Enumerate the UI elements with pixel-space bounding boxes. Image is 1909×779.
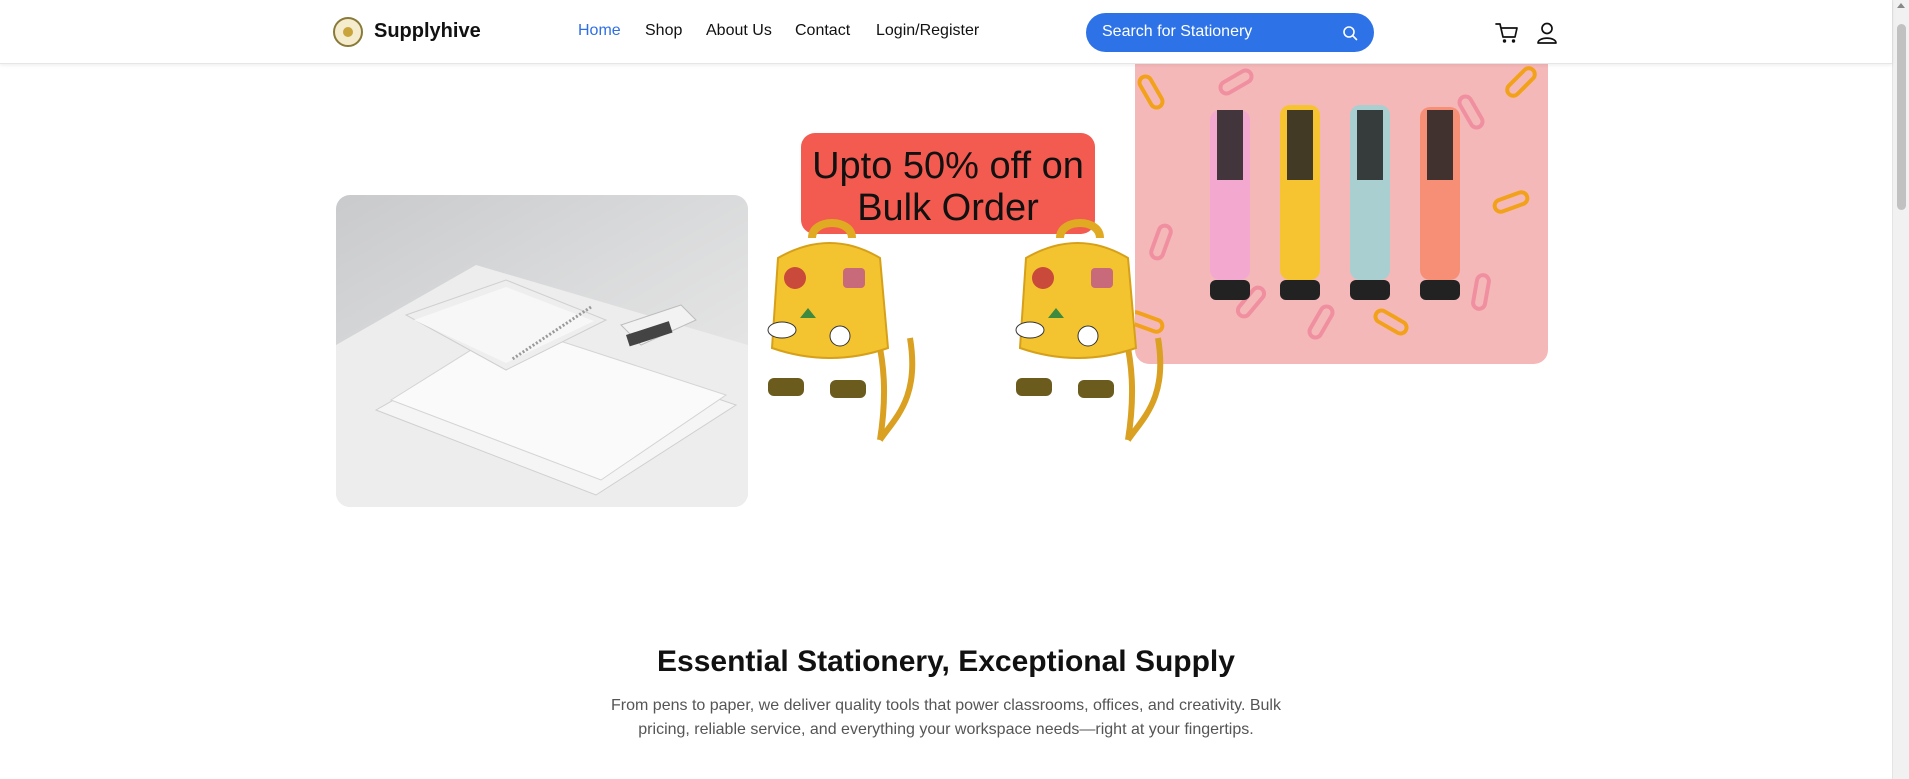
promo-text: Upto 50% off on Bulk Order bbox=[812, 145, 1084, 229]
backpack-image-right bbox=[1015, 219, 1164, 442]
nav-contact[interactable]: Contact bbox=[795, 22, 850, 40]
nav-login-register[interactable]: Login/Register bbox=[876, 22, 979, 40]
nav-about-us[interactable]: About Us bbox=[706, 22, 772, 40]
highlighters-illustration bbox=[1135, 66, 1537, 340]
user-icon[interactable] bbox=[1534, 20, 1560, 46]
search-bar[interactable]: Search for Stationery bbox=[1086, 13, 1374, 52]
search-placeholder: Search for Stationery bbox=[1102, 23, 1253, 40]
highlighters-image bbox=[1135, 55, 1548, 364]
brand-name[interactable]: Supplyhive bbox=[374, 20, 481, 43]
nav-shop[interactable]: Shop bbox=[645, 22, 682, 40]
search-icon[interactable] bbox=[1342, 25, 1358, 41]
brand-logo[interactable] bbox=[333, 17, 363, 47]
cart-icon[interactable] bbox=[1494, 20, 1520, 46]
navbar: Supplyhive Home Shop About Us Contact Lo… bbox=[0, 0, 1892, 64]
notebook-stapler-image bbox=[336, 195, 748, 507]
backpack-image-left bbox=[767, 219, 916, 442]
nav-home[interactable]: Home bbox=[578, 22, 621, 40]
page-scrollbar[interactable] bbox=[1892, 0, 1909, 779]
scroll-up-arrow-icon[interactable] bbox=[1897, 3, 1905, 8]
notebook-illustration bbox=[336, 265, 748, 507]
section-description: From pens to paper, we deliver quality t… bbox=[611, 697, 1281, 738]
section-title: Essential Stationery, Exceptional Supply bbox=[657, 645, 1235, 678]
scrollbar-thumb[interactable] bbox=[1897, 24, 1906, 210]
